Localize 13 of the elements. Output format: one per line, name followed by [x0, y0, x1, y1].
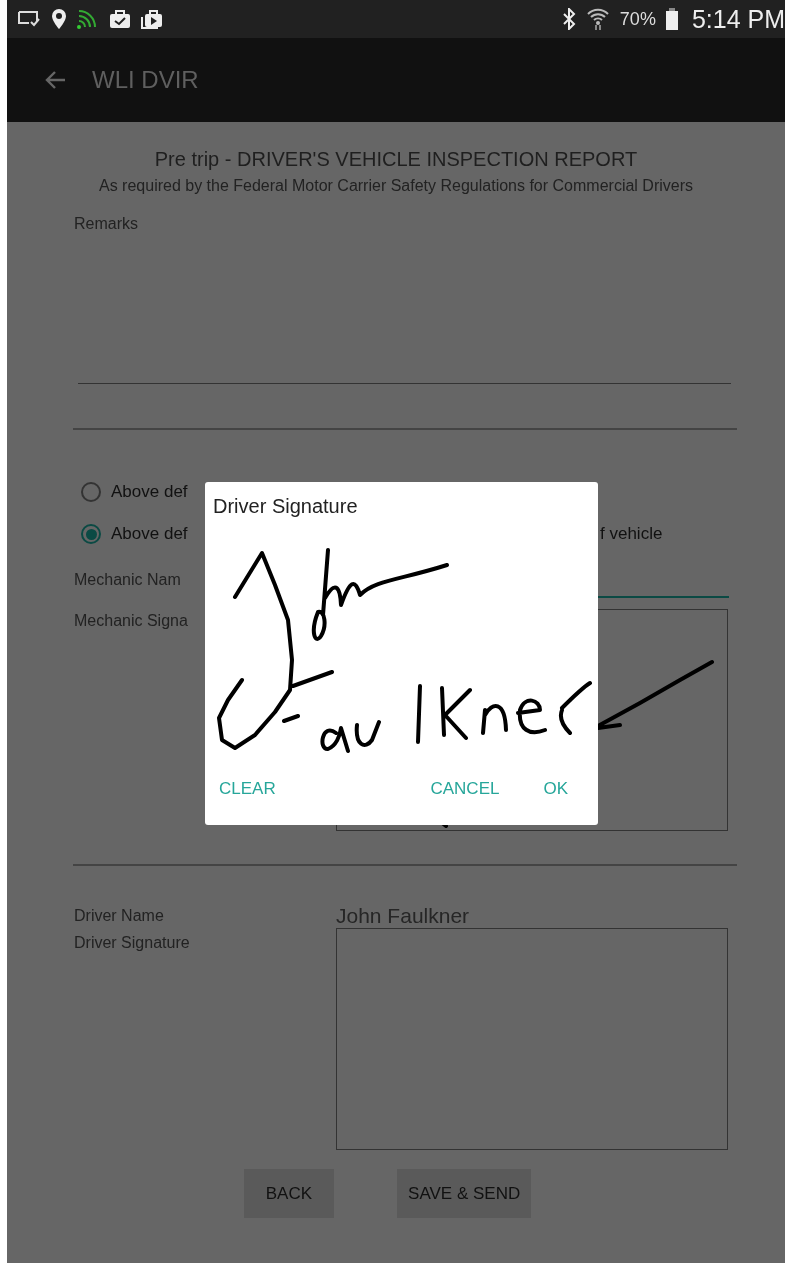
driver-signature-label: Driver Signature [74, 933, 191, 953]
driver-name-label: Driver Name [74, 906, 165, 926]
clock-time: 5:14 PM [691, 4, 785, 34]
radio-label: f vehicle [600, 524, 663, 544]
report-subtitle: As required by the Federal Motor Carrier Safety Regulations for Commercial Drivers [98, 177, 694, 195]
app-title: WLI DVIR [92, 66, 199, 94]
remarks-label: Remarks [74, 215, 139, 233]
mechanic-signature-label: Mechanic Signa [74, 611, 189, 631]
driver-name-value: John Faulkner [336, 904, 471, 928]
report-title: Pre trip - DRIVER'S VEHICLE INSPECTION REPORT [153, 148, 639, 171]
dialog-title: Driver Signature [213, 495, 359, 518]
battery-percent: 70% [619, 8, 656, 30]
mechanic-name-label: Mechanic Nam [74, 570, 182, 590]
